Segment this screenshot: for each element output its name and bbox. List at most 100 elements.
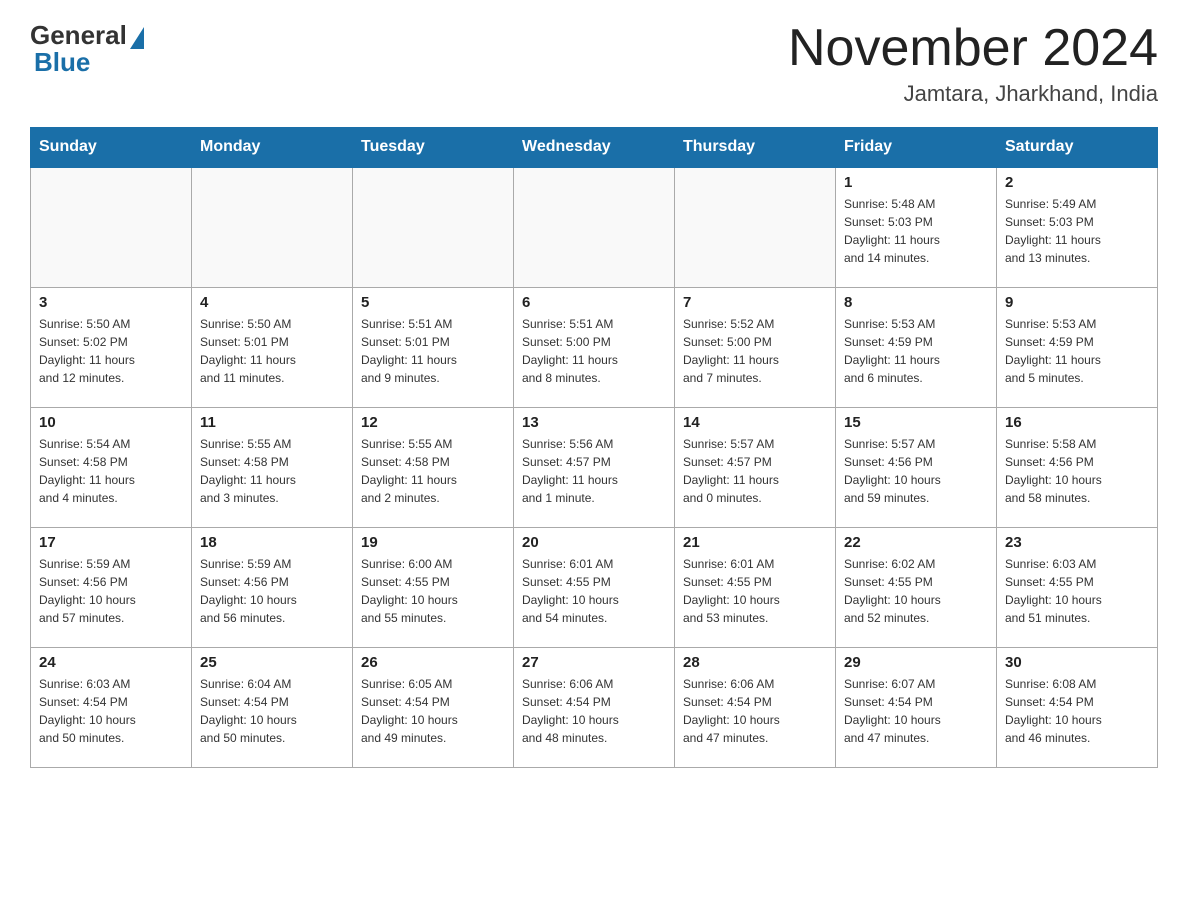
logo-blue-text: Blue <box>30 47 90 78</box>
day-number: 6 <box>522 294 666 311</box>
day-info: Sunrise: 6:02 AM Sunset: 4:55 PM Dayligh… <box>844 555 988 627</box>
calendar-cell <box>192 167 353 287</box>
calendar-cell <box>675 167 836 287</box>
calendar-cell: 28 Sunrise: 6:06 AM Sunset: 4:54 PM Dayli… <box>675 647 836 767</box>
calendar-cell: 7 Sunrise: 5:52 AM Sunset: 5:00 PM Daylig… <box>675 287 836 407</box>
day-info: Sunrise: 5:53 AM Sunset: 4:59 PM Dayligh… <box>1005 315 1149 387</box>
calendar-cell: 8 Sunrise: 5:53 AM Sunset: 4:59 PM Daylig… <box>836 287 997 407</box>
day-number: 12 <box>361 414 505 431</box>
calendar-cell: 10 Sunrise: 5:54 AM Sunset: 4:58 PM Dayli… <box>31 407 192 527</box>
day-info: Sunrise: 6:06 AM Sunset: 4:54 PM Dayligh… <box>522 675 666 747</box>
day-info: Sunrise: 6:07 AM Sunset: 4:54 PM Dayligh… <box>844 675 988 747</box>
day-number: 27 <box>522 654 666 671</box>
day-info: Sunrise: 5:51 AM Sunset: 5:00 PM Dayligh… <box>522 315 666 387</box>
calendar-cell: 16Sunrise: 5:58 AM Sunset: 4:56 PM Dayli… <box>997 407 1158 527</box>
weekday-header-wednesday: Wednesday <box>514 128 675 168</box>
calendar-cell: 30 Sunrise: 6:08 AM Sunset: 4:54 PM Dayli… <box>997 647 1158 767</box>
calendar-week-1: 1Sunrise: 5:48 AM Sunset: 5:03 PM Daylig… <box>31 167 1158 287</box>
calendar-cell: 17 Sunrise: 5:59 AM Sunset: 4:56 PM Dayli… <box>31 527 192 647</box>
day-number: 28 <box>683 654 827 671</box>
day-info: Sunrise: 6:03 AM Sunset: 4:54 PM Dayligh… <box>39 675 183 747</box>
day-info: Sunrise: 5:57 AM Sunset: 4:57 PM Dayligh… <box>683 435 827 507</box>
calendar-cell <box>353 167 514 287</box>
logo: General Blue <box>30 20 144 78</box>
day-info: Sunrise: 5:56 AM Sunset: 4:57 PM Dayligh… <box>522 435 666 507</box>
calendar-cell: 25Sunrise: 6:04 AM Sunset: 4:54 PM Dayli… <box>192 647 353 767</box>
logo-triangle-icon <box>130 27 144 49</box>
calendar-cell: 22 Sunrise: 6:02 AM Sunset: 4:55 PM Dayli… <box>836 527 997 647</box>
day-number: 7 <box>683 294 827 311</box>
day-info: Sunrise: 5:52 AM Sunset: 5:00 PM Dayligh… <box>683 315 827 387</box>
calendar-cell: 3Sunrise: 5:50 AM Sunset: 5:02 PM Daylig… <box>31 287 192 407</box>
weekday-header-sunday: Sunday <box>31 128 192 168</box>
calendar-cell: 11Sunrise: 5:55 AM Sunset: 4:58 PM Dayli… <box>192 407 353 527</box>
day-info: Sunrise: 5:57 AM Sunset: 4:56 PM Dayligh… <box>844 435 988 507</box>
day-number: 14 <box>683 414 827 431</box>
day-number: 2 <box>1005 174 1149 191</box>
day-number: 30 <box>1005 654 1149 671</box>
day-number: 10 <box>39 414 183 431</box>
weekday-header-monday: Monday <box>192 128 353 168</box>
day-number: 18 <box>200 534 344 551</box>
day-number: 15 <box>844 414 988 431</box>
day-info: Sunrise: 6:08 AM Sunset: 4:54 PM Dayligh… <box>1005 675 1149 747</box>
weekday-header-thursday: Thursday <box>675 128 836 168</box>
calendar-cell: 12 Sunrise: 5:55 AM Sunset: 4:58 PM Dayli… <box>353 407 514 527</box>
calendar-cell: 1Sunrise: 5:48 AM Sunset: 5:03 PM Daylig… <box>836 167 997 287</box>
day-number: 3 <box>39 294 183 311</box>
day-info: Sunrise: 5:54 AM Sunset: 4:58 PM Dayligh… <box>39 435 183 507</box>
calendar-cell: 9 Sunrise: 5:53 AM Sunset: 4:59 PM Daylig… <box>997 287 1158 407</box>
day-info: Sunrise: 6:01 AM Sunset: 4:55 PM Dayligh… <box>683 555 827 627</box>
day-number: 9 <box>1005 294 1149 311</box>
day-number: 13 <box>522 414 666 431</box>
calendar-cell: 14 Sunrise: 5:57 AM Sunset: 4:57 PM Dayli… <box>675 407 836 527</box>
calendar-cell: 26 Sunrise: 6:05 AM Sunset: 4:54 PM Dayli… <box>353 647 514 767</box>
day-number: 23 <box>1005 534 1149 551</box>
day-number: 5 <box>361 294 505 311</box>
month-title: November 2024 <box>788 20 1158 77</box>
weekday-header-tuesday: Tuesday <box>353 128 514 168</box>
location-text: Jamtara, Jharkhand, India <box>788 81 1158 107</box>
calendar-cell <box>514 167 675 287</box>
day-info: Sunrise: 6:05 AM Sunset: 4:54 PM Dayligh… <box>361 675 505 747</box>
day-number: 29 <box>844 654 988 671</box>
calendar-cell: 24 Sunrise: 6:03 AM Sunset: 4:54 PM Dayli… <box>31 647 192 767</box>
calendar-week-4: 17 Sunrise: 5:59 AM Sunset: 4:56 PM Dayli… <box>31 527 1158 647</box>
day-info: Sunrise: 5:59 AM Sunset: 4:56 PM Dayligh… <box>200 555 344 627</box>
calendar-cell: 5 Sunrise: 5:51 AM Sunset: 5:01 PM Daylig… <box>353 287 514 407</box>
day-info: Sunrise: 6:03 AM Sunset: 4:55 PM Dayligh… <box>1005 555 1149 627</box>
day-number: 19 <box>361 534 505 551</box>
day-number: 16 <box>1005 414 1149 431</box>
day-info: Sunrise: 6:04 AM Sunset: 4:54 PM Dayligh… <box>200 675 344 747</box>
day-info: Sunrise: 5:50 AM Sunset: 5:01 PM Dayligh… <box>200 315 344 387</box>
day-number: 21 <box>683 534 827 551</box>
day-info: Sunrise: 5:59 AM Sunset: 4:56 PM Dayligh… <box>39 555 183 627</box>
calendar-cell: 6 Sunrise: 5:51 AM Sunset: 5:00 PM Daylig… <box>514 287 675 407</box>
day-number: 26 <box>361 654 505 671</box>
day-info: Sunrise: 5:55 AM Sunset: 4:58 PM Dayligh… <box>361 435 505 507</box>
calendar-cell: 2 Sunrise: 5:49 AM Sunset: 5:03 PM Daylig… <box>997 167 1158 287</box>
calendar-cell: 20Sunrise: 6:01 AM Sunset: 4:55 PM Dayli… <box>514 527 675 647</box>
day-number: 4 <box>200 294 344 311</box>
day-number: 11 <box>200 414 344 431</box>
calendar-cell: 13 Sunrise: 5:56 AM Sunset: 4:57 PM Dayli… <box>514 407 675 527</box>
day-number: 8 <box>844 294 988 311</box>
day-number: 22 <box>844 534 988 551</box>
calendar-week-3: 10 Sunrise: 5:54 AM Sunset: 4:58 PM Dayli… <box>31 407 1158 527</box>
calendar-cell: 19 Sunrise: 6:00 AM Sunset: 4:55 PM Dayli… <box>353 527 514 647</box>
day-info: Sunrise: 5:53 AM Sunset: 4:59 PM Dayligh… <box>844 315 988 387</box>
calendar-cell: 23 Sunrise: 6:03 AM Sunset: 4:55 PM Dayli… <box>997 527 1158 647</box>
day-info: Sunrise: 6:06 AM Sunset: 4:54 PM Dayligh… <box>683 675 827 747</box>
title-area: November 2024 Jamtara, Jharkhand, India <box>788 20 1158 107</box>
day-number: 24 <box>39 654 183 671</box>
day-number: 1 <box>844 174 988 191</box>
calendar-week-2: 3Sunrise: 5:50 AM Sunset: 5:02 PM Daylig… <box>31 287 1158 407</box>
day-info: Sunrise: 5:49 AM Sunset: 5:03 PM Dayligh… <box>1005 195 1149 267</box>
calendar-cell: 18 Sunrise: 5:59 AM Sunset: 4:56 PM Dayli… <box>192 527 353 647</box>
day-number: 17 <box>39 534 183 551</box>
calendar-cell: 21 Sunrise: 6:01 AM Sunset: 4:55 PM Dayli… <box>675 527 836 647</box>
calendar-table: SundayMondayTuesdayWednesdayThursdayFrid… <box>30 127 1158 768</box>
day-info: Sunrise: 5:51 AM Sunset: 5:01 PM Dayligh… <box>361 315 505 387</box>
page-header: General Blue November 2024 Jamtara, Jhar… <box>30 20 1158 107</box>
day-info: Sunrise: 6:00 AM Sunset: 4:55 PM Dayligh… <box>361 555 505 627</box>
